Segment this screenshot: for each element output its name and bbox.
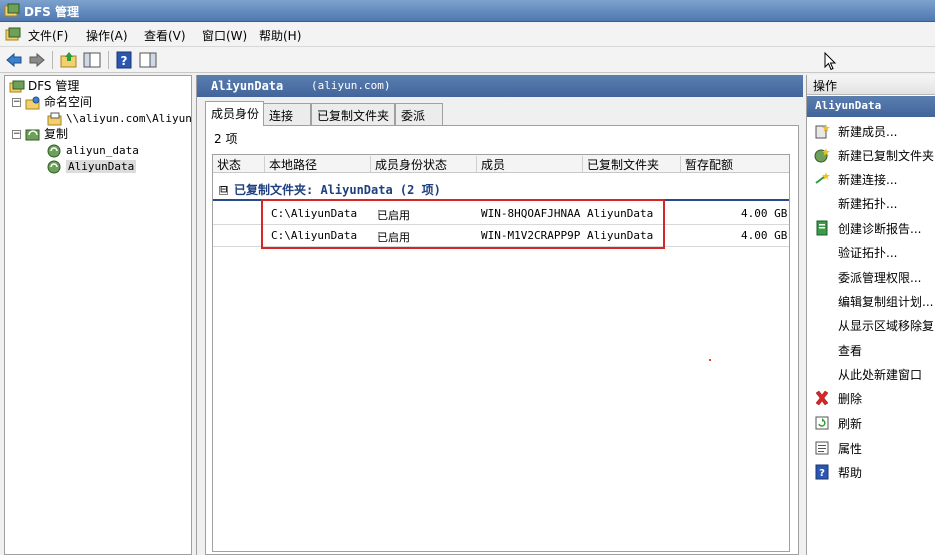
new-member-icon bbox=[815, 124, 830, 139]
actions-subtitle[interactable]: AliyunData bbox=[807, 96, 935, 117]
title-bar: DFS 管理 bbox=[0, 0, 935, 22]
action-view[interactable]: 查看 bbox=[807, 339, 935, 361]
dfs-management-icon bbox=[9, 80, 25, 92]
col-staging-quota[interactable]: 暂存配额 bbox=[681, 156, 789, 172]
collapse-icon[interactable]: − bbox=[12, 130, 21, 139]
menu-bar: 文件(F) 操作(A) 查看(V) 窗口(W) 帮助(H) bbox=[0, 23, 935, 47]
col-status[interactable]: 状态 bbox=[213, 156, 265, 172]
tree-namespace[interactable]: − 命名空间 bbox=[12, 94, 92, 110]
tab-content: 2 项 状态 本地路径 成员身份状态 成员 已复制文件夹 暂存配额 ⊟ 已复制文件… bbox=[205, 125, 799, 555]
dfs-management-icon bbox=[4, 3, 20, 17]
menu-action[interactable]: 操作(A) bbox=[86, 27, 128, 44]
action-pane-icon[interactable] bbox=[138, 50, 158, 70]
header-domain: (aliyun.com) bbox=[311, 79, 391, 92]
menu-file[interactable]: 文件(F) bbox=[28, 27, 68, 44]
action-new-connection[interactable]: 新建连接... bbox=[807, 168, 935, 190]
action-delegate-permissions[interactable]: 委派管理权限... bbox=[807, 266, 935, 288]
mouse-cursor-icon bbox=[824, 52, 837, 71]
action-delete[interactable]: 删除 bbox=[807, 387, 935, 409]
system-menu-icon[interactable] bbox=[5, 27, 21, 42]
collapse-icon[interactable]: − bbox=[12, 98, 21, 107]
tab-replicated-folders[interactable]: 已复制文件夹 bbox=[311, 103, 395, 125]
tab-connections[interactable]: 连接 bbox=[263, 103, 311, 125]
tab-delegation[interactable]: 委派 bbox=[395, 103, 443, 125]
action-new-topology[interactable]: 新建拓扑... bbox=[807, 192, 935, 214]
up-folder-icon[interactable] bbox=[59, 50, 79, 70]
action-remove-from-display[interactable]: 从显示区域移除复 bbox=[807, 314, 935, 336]
namespace-share-icon bbox=[47, 112, 62, 125]
header-title: AliyunData bbox=[211, 79, 284, 93]
tree-namespace-item[interactable]: \\aliyun.com\AliyunDa bbox=[47, 110, 191, 126]
menu-help[interactable]: 帮助(H) bbox=[259, 27, 301, 44]
diagnostic-report-icon bbox=[816, 220, 828, 236]
tree-group-aliyun-data[interactable]: aliyun_data bbox=[47, 142, 139, 158]
group-label: 已复制文件夹: AliyunData (2 项) bbox=[234, 183, 441, 197]
namespace-folder-icon bbox=[25, 96, 40, 109]
action-new-member[interactable]: 新建成员... bbox=[807, 120, 935, 142]
action-refresh[interactable]: 刷新 bbox=[807, 412, 935, 434]
replication-group-icon bbox=[47, 144, 61, 157]
action-create-diagnostic-report[interactable]: 创建诊断报告... bbox=[807, 217, 935, 239]
stray-mark bbox=[709, 359, 711, 361]
collapse-icon[interactable]: ⊟ bbox=[219, 186, 228, 195]
membership-list: 状态 本地路径 成员身份状态 成员 已复制文件夹 暂存配额 ⊟ 已复制文件夹: A… bbox=[212, 154, 790, 552]
action-new-replicated-folder[interactable]: 新建已复制文件夹 bbox=[807, 144, 935, 166]
delete-icon bbox=[815, 390, 829, 406]
col-replicated-folder[interactable]: 已复制文件夹 bbox=[583, 156, 681, 172]
tree-replication[interactable]: − 复制 bbox=[12, 126, 68, 142]
details-pane: AliyunData (aliyun.com) 成员身份 连接 已复制文件夹 委… bbox=[196, 75, 803, 555]
toolbar: ? bbox=[0, 47, 935, 73]
details-header: AliyunData (aliyun.com) bbox=[197, 75, 803, 97]
svg-text:?: ? bbox=[121, 54, 128, 68]
col-member[interactable]: 成员 bbox=[477, 156, 583, 172]
window-title: DFS 管理 bbox=[24, 5, 79, 19]
highlight-box bbox=[261, 199, 665, 249]
col-local-path[interactable]: 本地路径 bbox=[265, 156, 371, 172]
action-verify-topology[interactable]: 验证拓扑... bbox=[807, 241, 935, 263]
menu-view[interactable]: 查看(V) bbox=[144, 27, 186, 44]
tree-group-aliyundata[interactable]: AliyunData bbox=[47, 158, 137, 174]
menu-window[interactable]: 窗口(W) bbox=[202, 27, 247, 44]
back-arrow-icon[interactable] bbox=[4, 50, 24, 70]
actions-title: 操作 bbox=[807, 75, 935, 95]
cell-quota: 4.00 GB bbox=[741, 229, 788, 242]
tree-root[interactable]: DFS 管理 bbox=[9, 78, 79, 94]
group-header[interactable]: ⊟ 已复制文件夹: AliyunData (2 项) bbox=[219, 181, 441, 198]
refresh-icon bbox=[815, 416, 829, 430]
cell-quota: 4.00 GB bbox=[741, 207, 788, 220]
new-replicated-folder-icon bbox=[814, 148, 830, 163]
svg-text:?: ? bbox=[819, 468, 825, 479]
action-edit-schedule[interactable]: 编辑复制组计划... bbox=[807, 290, 935, 312]
help-icon: ? bbox=[815, 464, 829, 480]
replication-group-icon bbox=[47, 160, 61, 173]
replication-icon bbox=[25, 129, 40, 140]
new-connection-icon bbox=[815, 172, 830, 184]
item-count: 2 项 bbox=[214, 132, 238, 146]
list-header: 状态 本地路径 成员身份状态 成员 已复制文件夹 暂存配额 bbox=[213, 155, 789, 173]
forward-arrow-icon[interactable] bbox=[27, 50, 47, 70]
col-membership-status[interactable]: 成员身份状态 bbox=[371, 156, 477, 172]
action-new-window[interactable]: 从此处新建窗口 bbox=[807, 363, 935, 385]
tab-membership[interactable]: 成员身份 bbox=[205, 101, 264, 126]
help-icon[interactable]: ? bbox=[114, 50, 134, 70]
action-properties[interactable]: 属性 bbox=[807, 437, 935, 459]
show-hide-tree-icon[interactable] bbox=[82, 50, 102, 70]
console-tree: DFS 管理 − 命名空间 \\aliyun.com\AliyunDa − 复制… bbox=[4, 75, 192, 555]
properties-icon bbox=[815, 441, 829, 455]
actions-pane: 操作 AliyunData 新建成员... 新建已复制文件夹 新建连接... 新… bbox=[806, 75, 935, 555]
action-help[interactable]: ? 帮助 bbox=[807, 461, 935, 483]
